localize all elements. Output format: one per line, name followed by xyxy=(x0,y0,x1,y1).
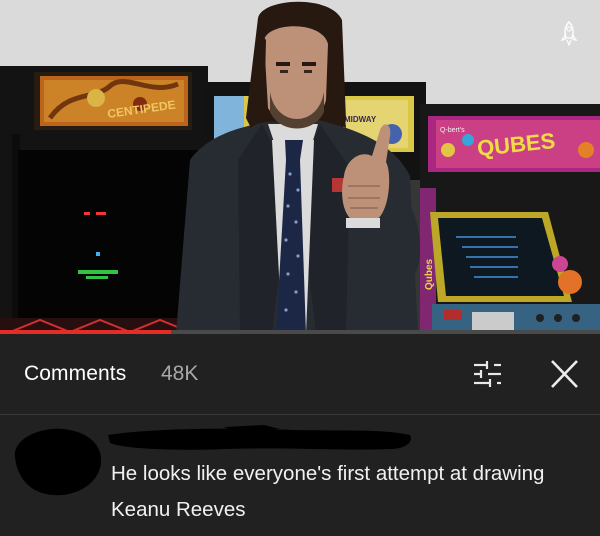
comments-title: Comments xyxy=(24,362,127,385)
close-comments-button[interactable] xyxy=(546,357,582,391)
comment-text: He looks like everyone's first attempt a… xyxy=(111,462,545,521)
video-frame: CENTIPEDE MIDWAY Q-bert's QUBES Qubes xyxy=(0,0,600,334)
sliders-icon xyxy=(474,361,501,387)
comment-item: He looks like everyone's first attempt a… xyxy=(0,415,600,536)
comments-count: 48K xyxy=(161,362,199,385)
comments-header: Comments 48K xyxy=(0,334,600,414)
rocket-icon xyxy=(560,20,578,46)
video-player[interactable]: CENTIPEDE MIDWAY Q-bert's QUBES Qubes xyxy=(0,0,600,334)
author-name-redacted[interactable] xyxy=(104,421,416,455)
avatar-redacted[interactable] xyxy=(11,423,105,499)
close-icon xyxy=(551,360,578,388)
app-root: CENTIPEDE MIDWAY Q-bert's QUBES Qubes Co… xyxy=(0,0,600,536)
sort-filter-button[interactable] xyxy=(470,358,506,390)
